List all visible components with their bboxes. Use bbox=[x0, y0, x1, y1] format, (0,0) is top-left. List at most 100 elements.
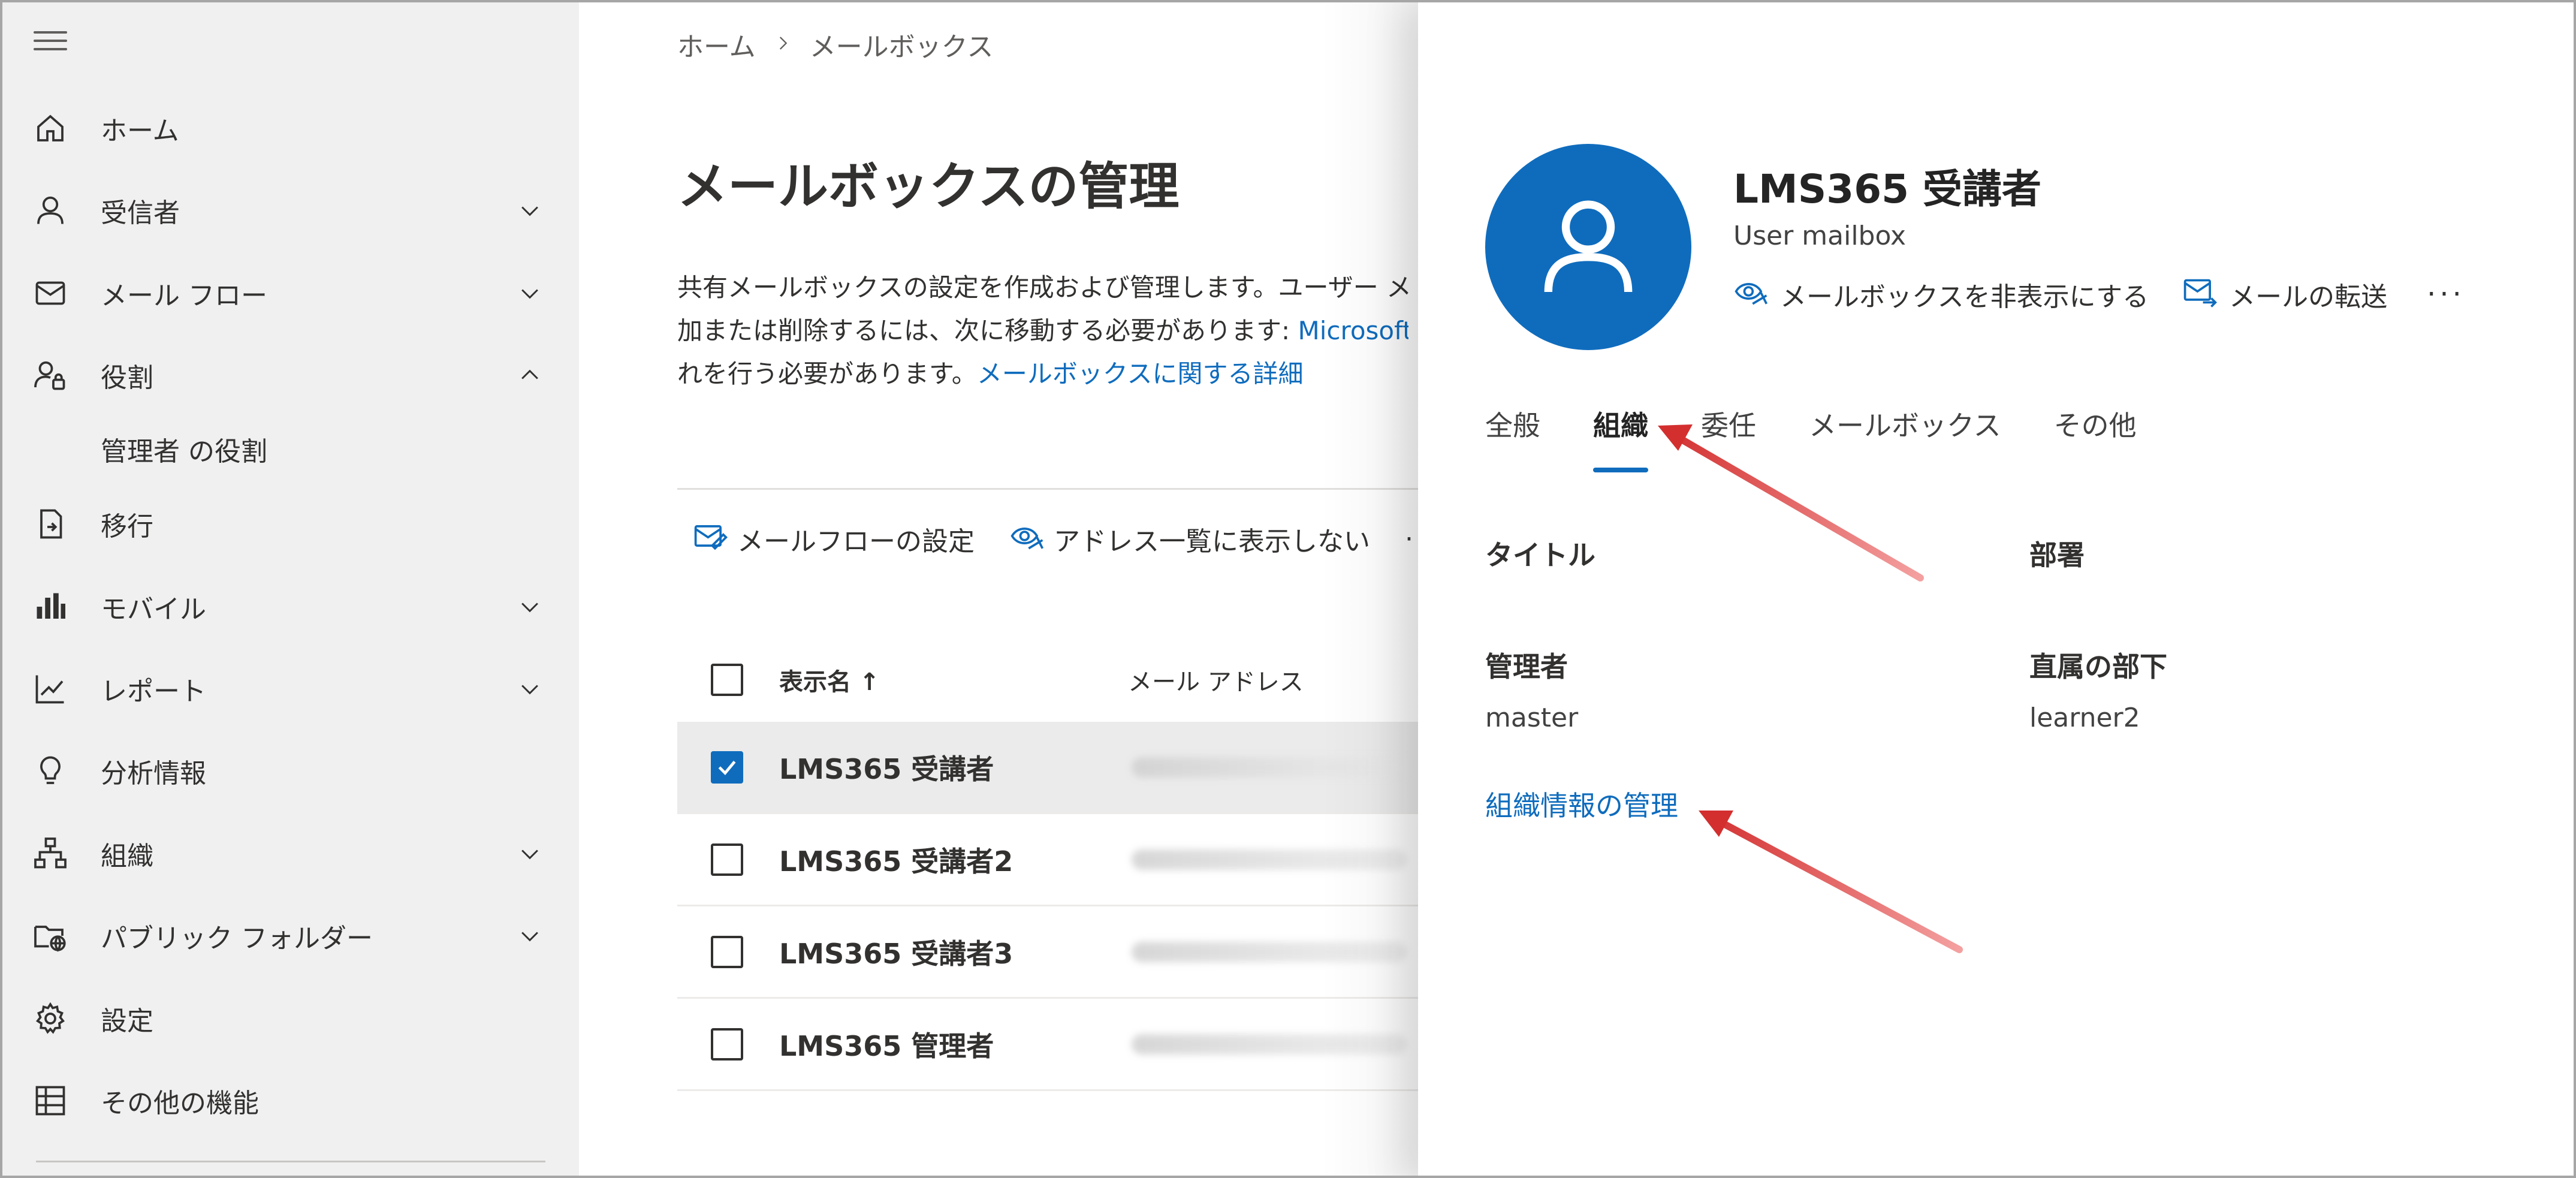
checkmark-icon bbox=[718, 760, 736, 775]
tab-delegation[interactable]: 委任 bbox=[1701, 404, 1756, 470]
document-arrow-icon bbox=[31, 505, 70, 543]
more-options-button[interactable]: ··· bbox=[2427, 278, 2465, 311]
folder-globe-icon bbox=[31, 917, 70, 955]
sidebar-item-admin-roles[interactable]: 管理者 の役割 bbox=[2, 416, 579, 482]
forward-mail-label: メールの転送 bbox=[2229, 282, 2388, 312]
page-title: メールボックスの管理 bbox=[677, 157, 1180, 216]
breadcrumb-mailbox[interactable]: メールボックス bbox=[810, 25, 994, 64]
panel-shadow bbox=[1321, 2, 1429, 1176]
select-all-checkbox[interactable] bbox=[711, 664, 743, 696]
person-icon bbox=[31, 191, 70, 230]
panel-tabs: 全般 組織 委任 メールボックス その他 bbox=[1485, 404, 2189, 472]
sidebar-item-label: 受信者 bbox=[101, 198, 180, 228]
chart-line-icon bbox=[31, 670, 70, 708]
sidebar-item-insights[interactable]: 分析情報 bbox=[2, 738, 579, 804]
sidebar-item-label: パブリック フォルダー bbox=[101, 923, 373, 954]
sidebar-item-reports[interactable]: レポート bbox=[2, 656, 579, 722]
tab-organization[interactable]: 組織 bbox=[1593, 404, 1648, 472]
eye-hide-icon bbox=[1733, 275, 1769, 314]
sidebar-item-label: ホーム bbox=[101, 116, 179, 146]
direct-reports-field-value: learner2 bbox=[2029, 703, 2140, 733]
panel-actions: メールボックスを非表示にする メールの転送 ··· bbox=[1733, 273, 2465, 315]
direct-reports-field-label: 直属の部下 bbox=[2029, 650, 2167, 683]
sidebar-item-other-features[interactable]: その他の機能 bbox=[2, 1068, 579, 1134]
sidebar-item-public-folders[interactable]: パブリック フォルダー bbox=[2, 903, 579, 969]
gear-icon bbox=[31, 999, 70, 1038]
breadcrumb-home[interactable]: ホーム bbox=[677, 25, 756, 64]
department-field-label: 部署 bbox=[2029, 539, 2085, 571]
row-checkbox[interactable] bbox=[711, 751, 743, 784]
lightbulb-icon bbox=[31, 752, 70, 790]
table-row[interactable]: LMS365 管理者 bbox=[677, 999, 1418, 1091]
table-row[interactable]: LMS365 受講者 bbox=[677, 722, 1418, 814]
mobile-chart-icon bbox=[31, 588, 70, 626]
sidebar-item-label: 移行 bbox=[101, 511, 153, 542]
chevron-right-icon bbox=[773, 29, 793, 60]
sidebar-item-label: 設定 bbox=[101, 1006, 153, 1037]
chevron-up-icon bbox=[512, 357, 548, 393]
sidebar-item-organization[interactable]: 組織 bbox=[2, 821, 579, 887]
column-header-email[interactable]: メール アドレス bbox=[1128, 662, 1304, 697]
manage-org-info-link[interactable]: 組織情報の管理 bbox=[1485, 784, 1678, 824]
hide-from-address-list-button[interactable]: アドレス一覧に表示しない bbox=[1009, 520, 1370, 558]
sidebar-item-roles[interactable]: 役割 bbox=[2, 342, 579, 408]
table-row[interactable]: LMS365 受講者2 bbox=[677, 814, 1418, 906]
divider bbox=[677, 488, 1418, 490]
chevron-down-icon bbox=[512, 918, 548, 954]
org-chart-icon bbox=[31, 834, 70, 873]
chevron-down-icon bbox=[512, 589, 548, 625]
mail-edit-icon bbox=[693, 520, 729, 558]
sidebar-item-migration[interactable]: 移行 bbox=[2, 491, 579, 557]
sidebar-item-mail-flow[interactable]: メール フロー bbox=[2, 260, 579, 326]
person-lock-icon bbox=[31, 356, 70, 394]
manager-field-value: master bbox=[1485, 703, 1579, 733]
sidebar-item-home[interactable]: ホーム bbox=[2, 95, 579, 161]
hide-mailbox-button[interactable]: メールボックスを非表示にする bbox=[1733, 275, 2149, 314]
row-display-name: LMS365 管理者 bbox=[779, 1029, 994, 1062]
description-line: れを行う必要があります。メールボックスに関する詳細 bbox=[677, 353, 1408, 396]
hide-mailbox-label: メールボックスを非表示にする bbox=[1780, 282, 2149, 312]
mail-flow-settings-button[interactable]: メールフローの設定 bbox=[693, 520, 975, 558]
table-row[interactable]: LMS365 受講者3 bbox=[677, 906, 1418, 999]
mailbox-table: 表示名 ↑ メール アドレス LMS365 受講者 LMS365 受講者2 LM… bbox=[677, 638, 1418, 1091]
title-field-label: タイトル bbox=[1485, 539, 1595, 571]
sidebar-item-label: 分析情報 bbox=[101, 758, 206, 789]
home-icon bbox=[31, 109, 70, 147]
eye-hide-icon bbox=[1009, 520, 1045, 558]
manager-field-label: 管理者 bbox=[1485, 650, 1568, 683]
sidebar-item-settings[interactable]: 設定 bbox=[2, 986, 579, 1052]
sidebar-item-mobile[interactable]: モバイル bbox=[2, 574, 579, 640]
sidebar-item-label: その他の機能 bbox=[101, 1088, 259, 1119]
grid-icon bbox=[31, 1081, 70, 1120]
row-display-name: LMS365 受講者2 bbox=[779, 845, 1013, 878]
description-line: 加または削除するには、次に移動する必要があります: Microsoft 365 … bbox=[677, 309, 1408, 353]
forward-mail-button[interactable]: メールの転送 bbox=[2182, 275, 2387, 314]
mailbox-details-panel: LMS365 受講者 User mailbox メールボックスを非表示にする メ… bbox=[1418, 2, 2574, 1176]
avatar bbox=[1485, 144, 1691, 350]
main-content: ホーム メールボックス メールボックスの管理 共有メールボックスの設定を作成およ… bbox=[579, 2, 1435, 1176]
sidebar-item-recipients[interactable]: 受信者 bbox=[2, 177, 579, 243]
tab-general[interactable]: 全般 bbox=[1485, 404, 1540, 470]
mail-forward-icon bbox=[2182, 275, 2218, 314]
panel-user-name: LMS365 受講者 bbox=[1733, 166, 2042, 212]
column-header-display-name[interactable]: 表示名 ↑ bbox=[779, 662, 879, 697]
row-display-name: LMS365 受講者 bbox=[779, 752, 994, 785]
chevron-down-icon bbox=[512, 671, 548, 707]
description-line: 共有メールボックスの設定を作成および管理します。ユーザー メールボックスを追 bbox=[677, 273, 1408, 302]
tab-mailbox[interactable]: メールボックス bbox=[1809, 404, 2001, 470]
sidebar-item-label: 管理者 の役割 bbox=[101, 436, 267, 467]
hamburger-menu-icon[interactable] bbox=[34, 31, 67, 55]
tab-others[interactable]: その他 bbox=[2054, 404, 2137, 470]
mailbox-details-link[interactable]: メールボックスに関する詳細 bbox=[977, 359, 1304, 388]
chevron-down-icon bbox=[512, 275, 548, 311]
row-checkbox[interactable] bbox=[711, 843, 743, 876]
row-checkbox[interactable] bbox=[711, 935, 743, 968]
sidebar-item-label: レポート bbox=[101, 676, 206, 707]
page-description: 共有メールボックスの設定を作成および管理します。ユーザー メールボックスを追 加… bbox=[677, 266, 1408, 398]
sidebar-item-label: 役割 bbox=[101, 363, 153, 393]
row-checkbox[interactable] bbox=[711, 1028, 743, 1060]
description-text: 加または削除するには、次に移動する必要があります: bbox=[677, 316, 1298, 345]
app-frame: ホーム 受信者 メール フロー 役割 管理者 の役割 移行 モバイル レポート … bbox=[0, 0, 2576, 1178]
table-header: 表示名 ↑ メール アドレス bbox=[677, 638, 1418, 722]
sidebar-item-label: モバイル bbox=[101, 594, 206, 625]
